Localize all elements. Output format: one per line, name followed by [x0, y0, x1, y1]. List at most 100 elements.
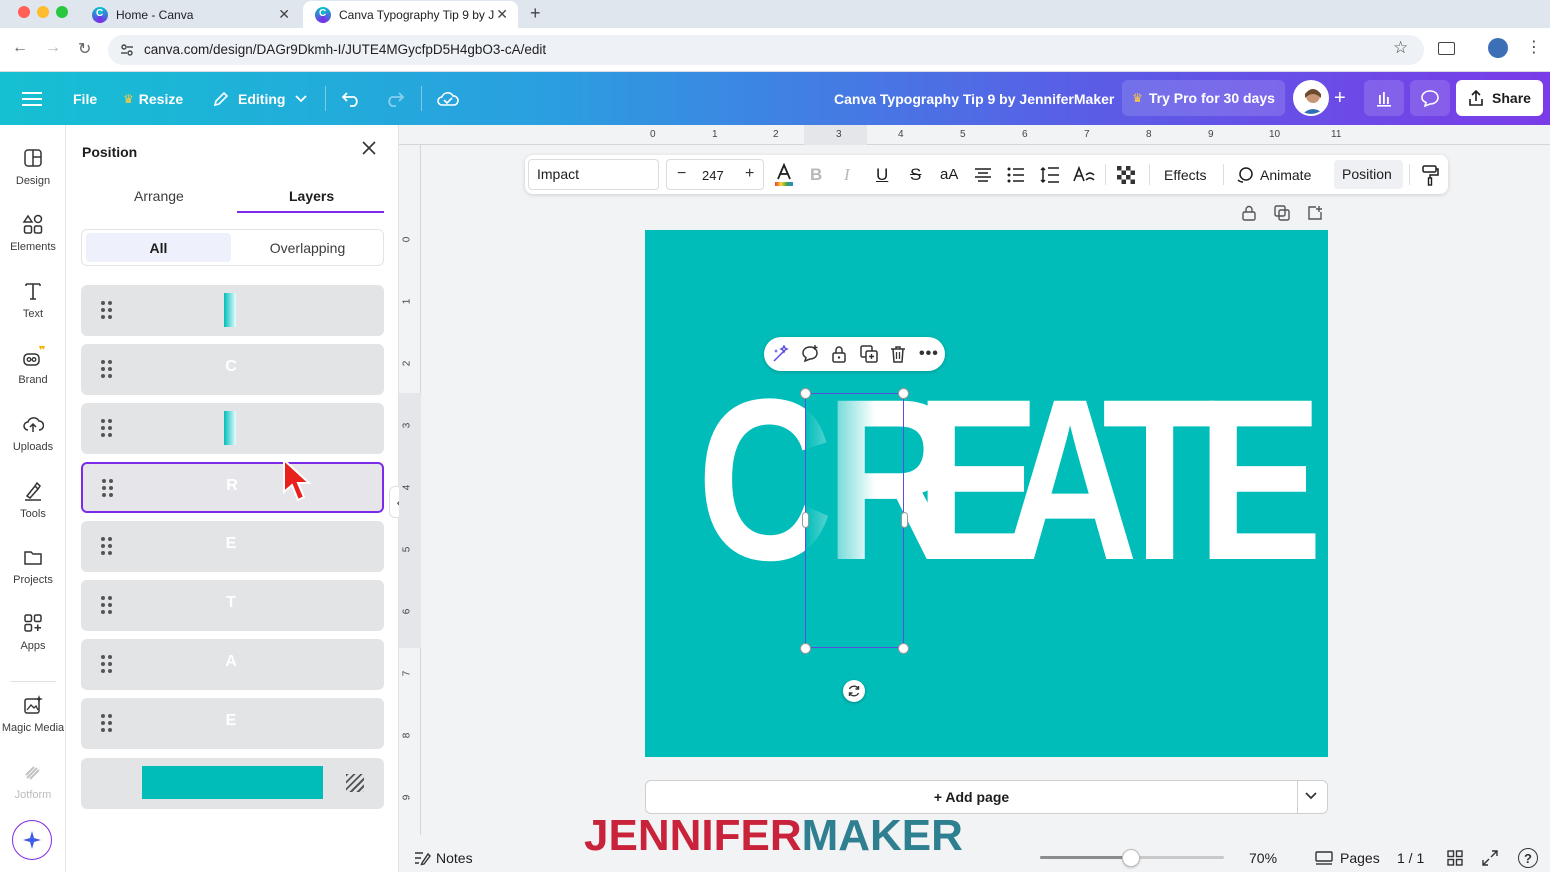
letter-e[interactable]: E	[1197, 365, 1323, 595]
trash-icon[interactable]	[890, 345, 906, 363]
decrease-size-button[interactable]: −	[677, 165, 686, 183]
new-tab-icon[interactable]: +	[530, 3, 541, 24]
animate-button[interactable]: Animate	[1236, 155, 1311, 194]
resize-handle[interactable]	[898, 643, 909, 654]
document-title[interactable]: Canva Typography Tip 9 by JenniferMaker	[834, 72, 1114, 125]
rail-item-magic-media[interactable]: Magic Media	[0, 694, 66, 734]
tab-layers[interactable]: Layers	[289, 188, 334, 204]
filter-all-button[interactable]: All	[86, 233, 231, 262]
drag-handle-icon[interactable]	[102, 479, 116, 497]
magic-assistant-button[interactable]	[12, 820, 52, 860]
layer-row[interactable]: C	[81, 344, 384, 395]
browser-tab-design[interactable]: Canva Typography Tip 9 by J ✕	[303, 1, 518, 28]
underline-button[interactable]: U	[876, 155, 888, 194]
add-comment-icon[interactable]	[801, 345, 819, 363]
rail-item-elements[interactable]: Elements	[0, 213, 66, 253]
drag-handle-icon[interactable]	[101, 360, 115, 378]
layer-row-selected[interactable]: R	[81, 462, 384, 513]
tab-close-icon[interactable]: ✕	[278, 6, 290, 23]
main-menu-icon[interactable]	[22, 72, 42, 125]
layer-row[interactable]: T	[81, 580, 384, 631]
line-spacing-icon[interactable]	[1040, 155, 1060, 194]
browser-menu-icon[interactable]: ⋮	[1526, 37, 1542, 57]
drag-handle-icon[interactable]	[101, 655, 115, 673]
side-resize-handle[interactable]	[901, 512, 908, 528]
insights-button[interactable]	[1364, 80, 1404, 116]
letter-case-button[interactable]: aA	[940, 155, 958, 194]
zoom-slider-thumb[interactable]	[1122, 849, 1140, 867]
site-settings-icon[interactable]	[119, 42, 135, 58]
url-omnibox[interactable]: canva.com/design/DAGr9Dkmh-I/JUTE4MGycfp…	[108, 35, 1424, 65]
rail-item-apps[interactable]: Apps	[0, 612, 66, 652]
redo-icon[interactable]	[385, 72, 405, 125]
window-zoom-button[interactable]	[56, 6, 68, 18]
paint-roller-icon[interactable]	[1421, 155, 1439, 194]
help-icon[interactable]: ?	[1518, 848, 1538, 868]
more-options-icon[interactable]: •••	[919, 345, 939, 363]
rail-item-jotform[interactable]: Jotform	[0, 761, 66, 801]
italic-button[interactable]: I	[844, 155, 850, 194]
rail-item-tools[interactable]: Tools	[0, 480, 66, 520]
tab-arrange[interactable]: Arrange	[134, 188, 184, 204]
strikethrough-button[interactable]: S	[910, 155, 921, 194]
zoom-level[interactable]: 70%	[1249, 850, 1277, 866]
resize-handle[interactable]	[898, 388, 909, 399]
text-effects-style-icon[interactable]	[1073, 155, 1095, 194]
tab-close-icon[interactable]: ✕	[496, 6, 508, 23]
grid-view-icon[interactable]	[1447, 850, 1463, 866]
forward-icon[interactable]: →	[45, 39, 61, 57]
undo-icon[interactable]	[341, 72, 361, 125]
back-icon[interactable]: ←	[12, 39, 28, 57]
rail-item-uploads[interactable]: Uploads	[0, 413, 66, 453]
magic-edit-icon[interactable]	[772, 345, 790, 363]
try-pro-button[interactable]: ♛ Try Pro for 30 days	[1122, 80, 1285, 116]
fullscreen-icon[interactable]	[1482, 850, 1498, 866]
file-menu-button[interactable]: File	[73, 72, 97, 125]
drag-handle-icon[interactable]	[101, 596, 115, 614]
layer-row[interactable]: A	[81, 639, 384, 690]
add-page-button[interactable]: + Add page	[646, 781, 1297, 813]
add-page-icon[interactable]	[1307, 205, 1323, 221]
filter-overlapping-button[interactable]: Overlapping	[234, 233, 381, 262]
drag-handle-icon[interactable]	[101, 537, 115, 555]
lock-icon[interactable]	[831, 345, 847, 363]
drag-handle-icon[interactable]	[101, 714, 115, 732]
text-color-button[interactable]	[774, 155, 794, 194]
bold-button[interactable]: B	[810, 155, 822, 194]
close-icon[interactable]	[362, 141, 376, 155]
rail-item-design[interactable]: Design	[0, 147, 66, 187]
layer-row[interactable]	[81, 403, 384, 454]
increase-size-button[interactable]: +	[745, 165, 754, 183]
share-button[interactable]: Share	[1456, 80, 1543, 116]
rotate-handle[interactable]	[843, 680, 865, 702]
cast-icon[interactable]	[1438, 42, 1455, 55]
comments-button[interactable]	[1410, 80, 1450, 116]
rail-item-brand[interactable]: Brand	[0, 346, 66, 386]
profile-avatar[interactable]	[1488, 38, 1508, 58]
font-family-dropdown[interactable]: Impact	[528, 159, 659, 190]
resize-handle[interactable]	[800, 643, 811, 654]
transparency-icon[interactable]	[1117, 155, 1135, 194]
rail-item-projects[interactable]: Projects	[0, 546, 66, 586]
effects-button[interactable]: Effects	[1164, 155, 1207, 194]
duplicate-icon[interactable]	[860, 345, 878, 363]
add-collaborator-icon[interactable]: +	[1334, 72, 1346, 125]
add-page-options-chevron-icon[interactable]	[1305, 792, 1317, 800]
cloud-saved-icon[interactable]	[437, 72, 459, 125]
resize-handle[interactable]	[800, 388, 811, 399]
text-align-icon[interactable]	[974, 155, 992, 194]
user-avatar[interactable]	[1293, 80, 1329, 116]
reload-icon[interactable]: ↻	[78, 39, 91, 59]
list-icon[interactable]	[1007, 155, 1025, 194]
position-button[interactable]: Position	[1334, 160, 1403, 189]
window-minimize-button[interactable]	[37, 6, 49, 18]
layer-row[interactable]	[81, 285, 384, 336]
design-page[interactable]: C R E A T E	[645, 230, 1328, 757]
layer-row[interactable]: E	[81, 698, 384, 749]
window-close-button[interactable]	[18, 6, 30, 18]
bookmark-star-icon[interactable]: ☆	[1393, 38, 1408, 58]
resize-button[interactable]: ♛ Resize	[123, 72, 183, 125]
rail-item-text[interactable]: Text	[0, 280, 66, 320]
font-size-value[interactable]: 247	[702, 168, 724, 183]
drag-handle-icon[interactable]	[101, 419, 115, 437]
